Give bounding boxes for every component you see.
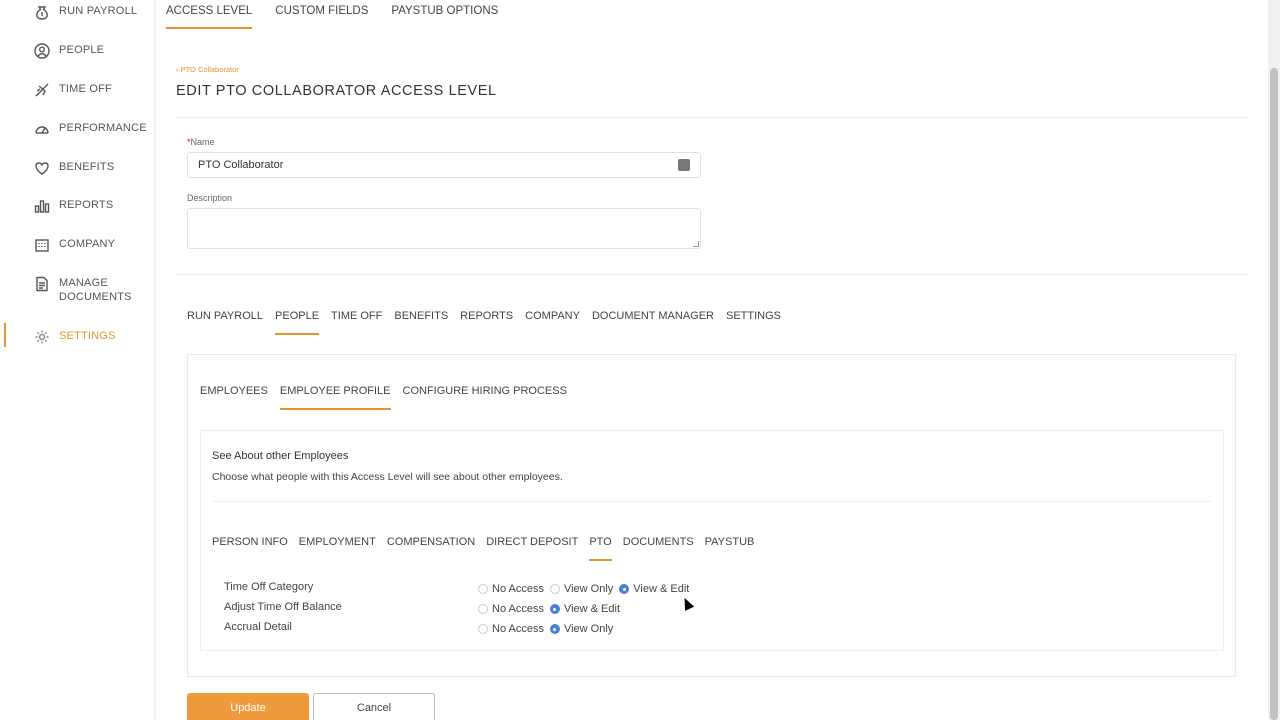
radio-group: No Access View & Edit [478, 603, 626, 615]
tab-access-level[interactable]: ACCESS LEVEL [166, 0, 253, 30]
radio-button-selected[interactable] [619, 584, 630, 594]
tab-document-manager[interactable]: DOCUMENT MANAGER [592, 310, 714, 335]
tab-settings[interactable]: SETTINGS [726, 310, 781, 335]
sidebar-item-settings[interactable]: SETTINGS [33, 329, 116, 345]
tab-direct-deposit[interactable]: DIRECT DEPOSIT [486, 536, 578, 561]
radio-label: View & Edit [633, 583, 690, 595]
radio-button[interactable] [478, 584, 488, 594]
main-content: ACCESS LEVEL CUSTOM FIELDS PAYSTUB OPTIO… [156, 0, 1268, 720]
radio-button-selected[interactable] [549, 624, 560, 634]
tab-compensation[interactable]: COMPENSATION [387, 536, 475, 561]
bar-chart-icon [33, 198, 51, 214]
sidebar-item-performance[interactable]: PERFORMANCE [33, 121, 147, 137]
gear-icon [33, 329, 51, 345]
employee-visibility-card: See About other Employees Choose what pe… [200, 430, 1224, 651]
sidebar-item-run-payroll[interactable]: RUN PAYROLL [33, 4, 137, 20]
sidebar-item-people[interactable]: PEOPLE [33, 43, 104, 59]
radio-no-access[interactable]: No Access [478, 603, 544, 615]
radio-button[interactable] [549, 584, 560, 594]
top-tab-bar: ACCESS LEVEL CUSTOM FIELDS PAYSTUB OPTIO… [166, 0, 521, 30]
card-description: Choose what people with this Access Leve… [212, 471, 563, 483]
sidebar-active-indicator [4, 323, 6, 347]
radio-group: No Access View Only View & Edit [478, 583, 695, 595]
sidebar-item-time-off[interactable]: TIME OFF [33, 82, 112, 98]
permission-tab-bar: PERSON INFO EMPLOYMENT COMPENSATION DIRE… [212, 536, 765, 561]
gauge-icon [33, 121, 51, 137]
description-label: Description [187, 193, 233, 203]
radio-label: View Only [563, 623, 614, 635]
radio-label: View Only [563, 583, 614, 595]
tab-time-off[interactable]: TIME OFF [331, 310, 382, 335]
radio-label: No Access [492, 603, 544, 615]
heart-shield-icon [33, 160, 51, 176]
money-bag-icon [33, 4, 51, 20]
page-title: EDIT PTO COLLABORATOR ACCESS LEVEL [176, 83, 497, 99]
name-label: *Name [187, 137, 215, 147]
document-icon [33, 276, 51, 292]
tab-configure-hiring-process[interactable]: CONFIGURE HIRING PROCESS [403, 385, 567, 410]
permission-label: Accrual Detail [224, 621, 292, 633]
radio-no-access[interactable]: No Access [478, 623, 544, 635]
tab-documents[interactable]: DOCUMENTS [623, 536, 694, 561]
airplane-icon [33, 82, 51, 98]
sidebar: RUN PAYROLL PEOPLE TIME OFF PERFORMANCE … [0, 0, 155, 720]
tab-company[interactable]: COMPANY [525, 310, 580, 335]
radio-label: View & Edit [563, 603, 621, 615]
radio-no-access[interactable]: No Access [478, 583, 544, 595]
vertical-scrollbar[interactable] [1268, 0, 1280, 720]
tab-paystub[interactable]: PAYSTUB [705, 536, 755, 561]
permission-label: Adjust Time Off Balance [224, 601, 342, 613]
radio-view-only[interactable]: View Only [549, 623, 614, 635]
card-title: See About other Employees [212, 450, 349, 462]
update-button[interactable]: Update [187, 693, 309, 720]
sidebar-item-reports[interactable]: REPORTS [33, 198, 113, 214]
tab-reports[interactable]: REPORTS [460, 310, 513, 335]
permission-label: Time Off Category [224, 581, 314, 593]
tab-person-info[interactable]: PERSON INFO [212, 536, 288, 561]
permission-row-adjust-balance: Adjust Time Off Balance No Access View &… [224, 601, 824, 619]
sidebar-item-manage-documents[interactable]: MANAGE DOCUMENTS [33, 276, 132, 304]
tab-people[interactable]: PEOPLE [275, 310, 320, 335]
radio-button[interactable] [478, 604, 488, 614]
divider [176, 274, 1248, 275]
permissions-panel: EMPLOYEES EMPLOYEE PROFILE CONFIGURE HIR… [187, 354, 1236, 677]
tab-benefits[interactable]: BENEFITS [394, 310, 448, 335]
radio-view-only[interactable]: View Only [549, 583, 614, 595]
name-label-text: Name [190, 137, 215, 147]
permission-row-accrual-detail: Accrual Detail No Access View Only [224, 621, 824, 639]
person-icon [33, 43, 51, 59]
name-input-value: PTO Collaborator [198, 159, 284, 171]
sub-tab-bar: EMPLOYEES EMPLOYEE PROFILE CONFIGURE HIR… [200, 385, 579, 410]
tab-employees[interactable]: EMPLOYEES [200, 385, 268, 410]
divider [212, 501, 1212, 502]
sidebar-item-company[interactable]: COMPANY [33, 237, 115, 253]
tab-employment[interactable]: EMPLOYMENT [299, 536, 376, 561]
permission-row-time-off-category: Time Off Category No Access View Only Vi… [224, 581, 824, 599]
divider [176, 117, 1248, 118]
radio-view-and-edit[interactable]: View & Edit [619, 583, 689, 595]
tab-custom-fields[interactable]: CUSTOM FIELDS [275, 0, 368, 30]
name-input[interactable]: PTO Collaborator [187, 152, 701, 178]
tab-pto[interactable]: PTO [589, 536, 613, 561]
tab-employee-profile[interactable]: EMPLOYEE PROFILE [279, 385, 391, 410]
breadcrumb[interactable]: ‹ PTO Collaborator [176, 65, 239, 74]
radio-label: No Access [492, 623, 544, 635]
keyboard-icon[interactable] [678, 159, 690, 171]
sidebar-item-benefits[interactable]: BENEFITS [33, 160, 114, 176]
radio-button-selected[interactable] [549, 604, 560, 614]
cancel-button[interactable]: Cancel [313, 693, 435, 720]
tab-run-payroll[interactable]: RUN PAYROLL [187, 310, 263, 335]
section-tab-bar: RUN PAYROLL PEOPLE TIME OFF BENEFITS REP… [187, 310, 793, 335]
radio-view-and-edit[interactable]: View & Edit [549, 603, 621, 615]
radio-label: No Access [492, 583, 544, 595]
building-icon [33, 237, 51, 253]
radio-group: No Access View Only [478, 623, 619, 635]
resize-handle[interactable] [693, 241, 699, 247]
description-textarea[interactable] [187, 208, 701, 249]
scrollbar-thumb[interactable] [1270, 68, 1278, 720]
radio-button[interactable] [478, 624, 488, 634]
tab-paystub-options[interactable]: PAYSTUB OPTIONS [391, 0, 498, 30]
